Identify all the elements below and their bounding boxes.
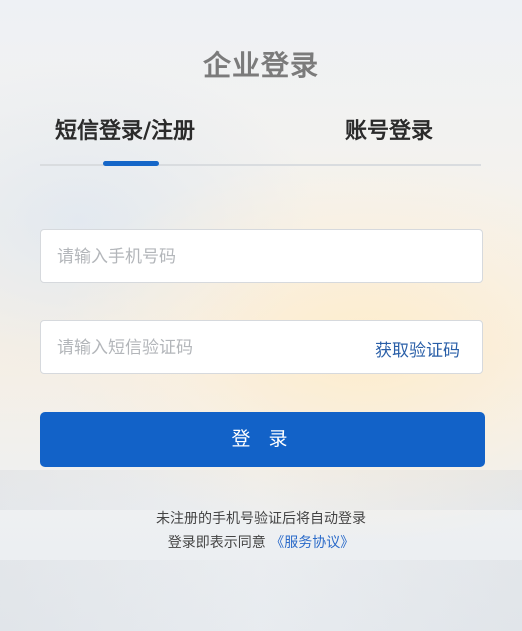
active-tab-indicator	[103, 161, 159, 166]
sms-code-field: 获取验证码	[40, 320, 483, 375]
login-button[interactable]: 登 录	[40, 412, 485, 467]
background-haze	[0, 560, 522, 631]
get-code-button[interactable]: 获取验证码	[375, 336, 460, 361]
background-haze	[0, 470, 522, 510]
login-page: 企业登录 短信登录/注册 账号登录 获取验证码 登 录 未注册的手机号验证后将自…	[0, 0, 522, 631]
service-agreement-link[interactable]: 《服务协议》	[270, 535, 354, 551]
tab-account-login[interactable]: 账号登录	[345, 113, 433, 145]
agreement-note: 登录即表示同意 《服务协议》	[0, 532, 522, 552]
agreement-prefix: 登录即表示同意	[167, 535, 271, 551]
page-title: 企业登录	[202, 49, 319, 82]
tab-sms-login[interactable]: 短信登录/注册	[55, 113, 195, 145]
phone-input[interactable]	[55, 230, 469, 284]
auto-register-note: 未注册的手机号验证后将自动登录	[156, 511, 366, 527]
sms-code-input[interactable]	[55, 321, 359, 375]
phone-field	[40, 229, 483, 284]
